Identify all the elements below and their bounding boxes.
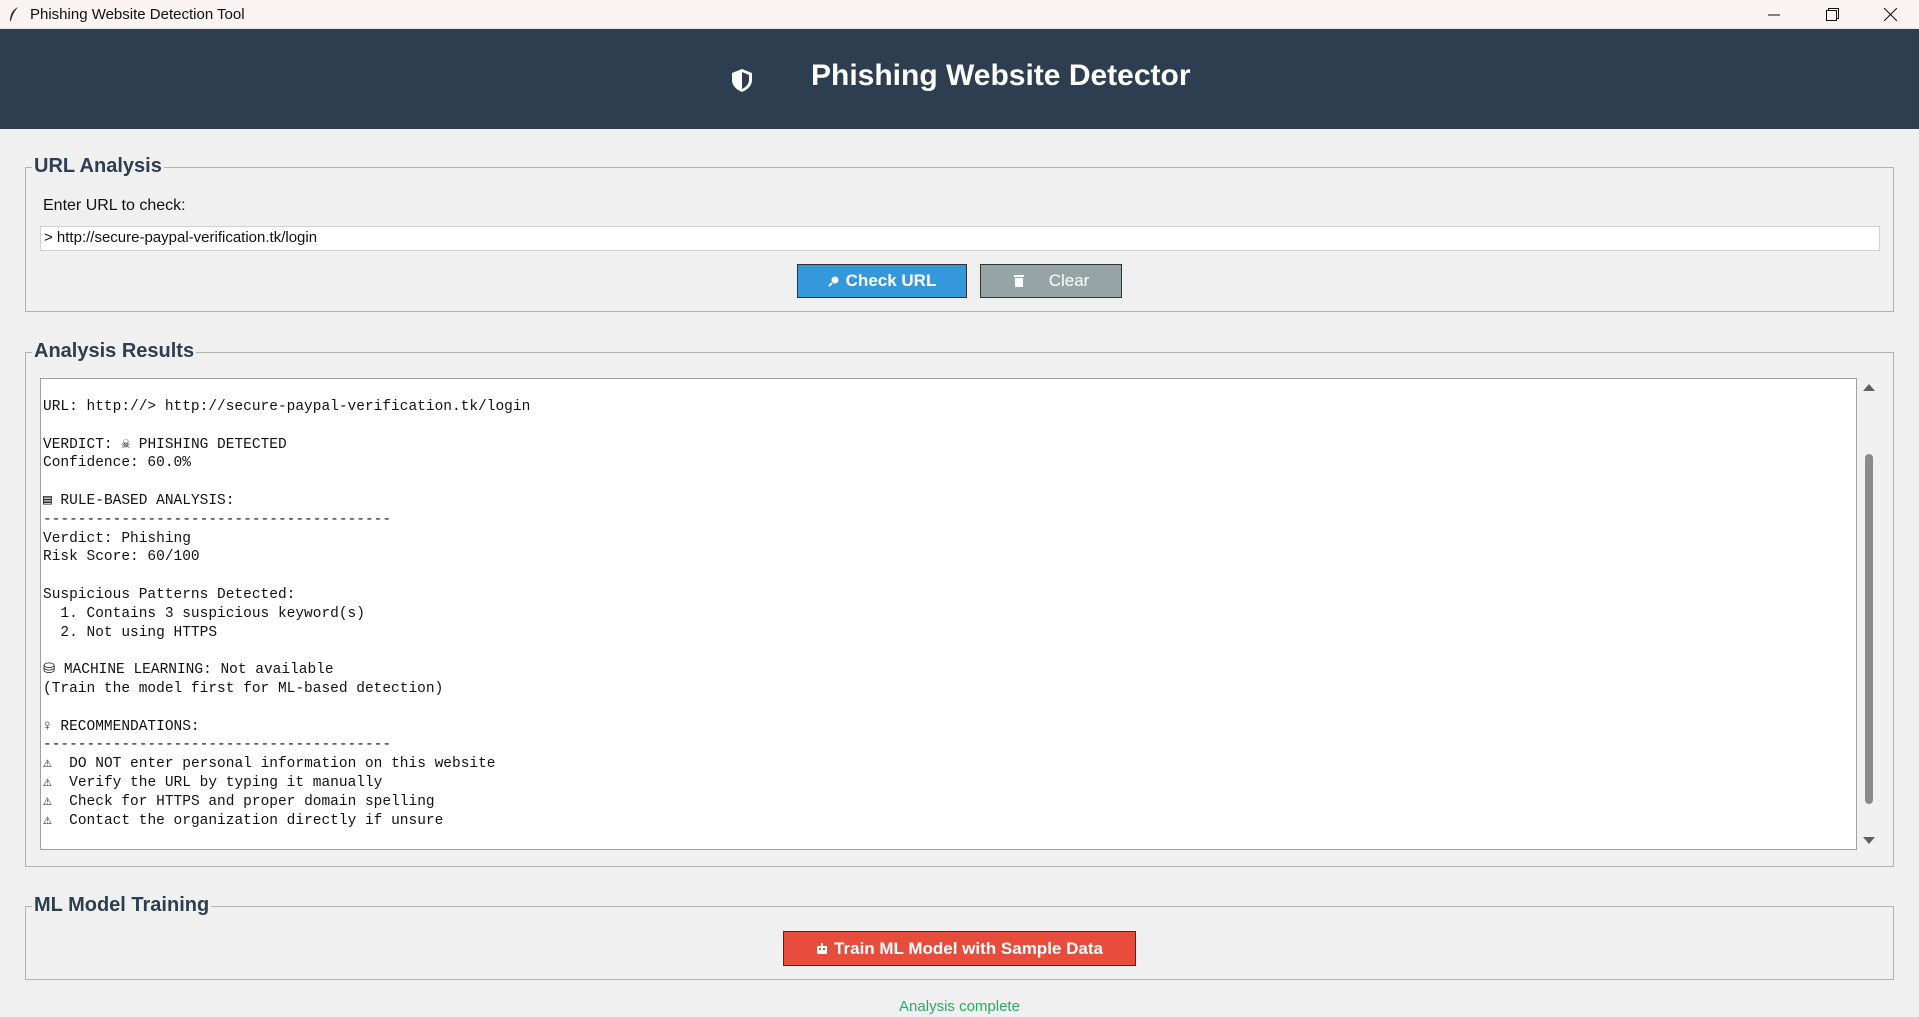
restore-button[interactable] [1803, 0, 1861, 29]
check-url-label: Check URL [845, 271, 937, 290]
magnifier-icon [827, 275, 840, 287]
results-scrollbar[interactable] [1858, 378, 1880, 850]
window-title: Phishing Website Detection Tool [30, 5, 245, 23]
minimize-button[interactable] [1745, 0, 1803, 29]
clear-label: Clear [1048, 271, 1090, 290]
ml-training-title: ML Model Training [32, 893, 212, 917]
scroll-thumb[interactable] [1865, 454, 1873, 804]
trash-icon [1013, 274, 1025, 288]
robot-icon [816, 942, 828, 955]
scroll-up-arrow-icon[interactable] [1863, 384, 1875, 391]
clear-button[interactable]: Clear [980, 264, 1122, 298]
train-model-label: Train ML Model with Sample Data [834, 938, 1103, 958]
page-title: Phishing Website Detector [811, 59, 1191, 92]
analysis-results-title: Analysis Results [32, 339, 197, 363]
results-textarea[interactable]: URL: http://> http://secure-paypal-verif… [40, 378, 1857, 850]
restore-icon [1825, 8, 1839, 21]
url-analysis-title: URL Analysis [32, 154, 164, 178]
check-url-button[interactable]: Check URL [797, 264, 967, 298]
url-label: Enter URL to check: [43, 197, 186, 214]
shield-icon [732, 69, 752, 92]
close-icon [1883, 8, 1897, 21]
minimize-icon [1768, 14, 1780, 15]
results-text: URL: http://> http://secure-paypal-verif… [43, 399, 531, 829]
url-input[interactable]: > http://secure-paypal-verification.tk/l… [40, 226, 1880, 251]
scroll-down-arrow-icon[interactable] [1863, 837, 1875, 844]
train-model-button[interactable]: Train ML Model with Sample Data [783, 931, 1136, 966]
close-button[interactable] [1861, 0, 1919, 29]
window-controls [1745, 0, 1919, 29]
feather-icon [6, 6, 22, 22]
status-text: Analysis complete [899, 998, 1020, 1015]
header-banner: Phishing Website Detector [0, 29, 1919, 129]
window-titlebar: Phishing Website Detection Tool [0, 0, 1919, 29]
